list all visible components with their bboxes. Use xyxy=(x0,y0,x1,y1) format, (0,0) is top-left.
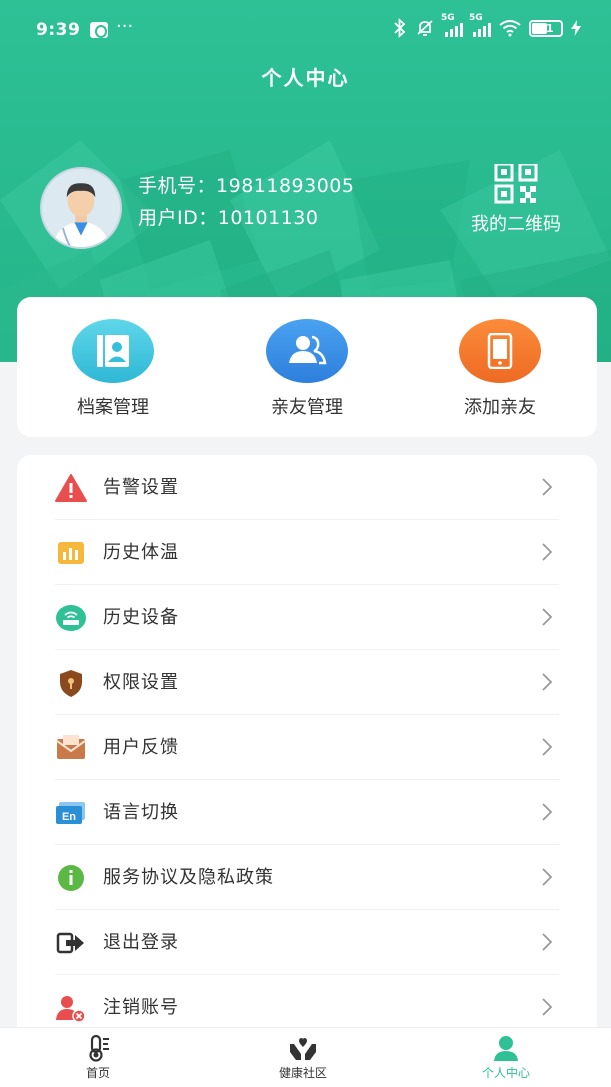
phone-row: 手机号：19811893005 xyxy=(138,170,355,202)
chevron-right-icon xyxy=(542,478,553,496)
avatar[interactable] xyxy=(40,167,122,249)
qr-code-label: 我的二维码 xyxy=(471,214,561,235)
tab-health-community[interactable]: 健康社区 xyxy=(253,1034,353,1081)
language-icon: En xyxy=(56,802,85,824)
status-more-dots: ··· xyxy=(116,16,134,37)
wrench-icon xyxy=(90,22,108,38)
chevron-right-icon xyxy=(542,803,553,821)
quick-action-label: 档案管理 xyxy=(77,397,149,418)
user-info: 手机号：19811893005 用户ID：10101130 xyxy=(138,170,355,234)
bluetooth-icon xyxy=(394,18,406,38)
logout-icon xyxy=(56,932,84,954)
tab-home[interactable]: 首页 xyxy=(48,1034,148,1081)
profile-card-icon xyxy=(97,335,129,367)
menu-item-label: 告警设置 xyxy=(103,477,179,498)
info-icon xyxy=(58,865,84,891)
menu-item-permission-settings[interactable]: 权限设置 xyxy=(17,650,597,715)
phone-number: 19811893005 xyxy=(216,175,355,197)
network-type-label: 5G xyxy=(469,13,483,23)
menu-item-label: 语言切换 xyxy=(103,802,179,823)
battery-icon: 51 xyxy=(529,19,563,37)
status-time: 9:39 xyxy=(36,20,81,40)
chevron-right-icon xyxy=(542,738,553,756)
qr-code-button[interactable]: 我的二维码 xyxy=(458,164,574,236)
archive-icon-circle xyxy=(72,319,154,383)
settings-menu: 告警设置 历史体温 历史设备 权限设置 用户反馈 En 语言切换 服务协议及隐私… xyxy=(17,455,597,1055)
menu-item-label: 历史体温 xyxy=(103,542,179,563)
status-bar: 9:39 ··· 5G 5G 51 xyxy=(0,0,611,62)
status-indicators: 5G 5G 51 xyxy=(393,13,581,38)
language-icon-text: En xyxy=(62,811,76,823)
friends-icon-circle xyxy=(266,319,348,383)
menu-item-user-feedback[interactable]: 用户反馈 xyxy=(17,715,597,780)
add-friend-icon-circle xyxy=(459,319,541,383)
menu-item-label: 退出登录 xyxy=(103,932,179,953)
warning-icon xyxy=(55,474,87,502)
user-id-label: 用户ID： xyxy=(138,207,218,229)
signal-icon: 5G xyxy=(469,13,491,37)
quick-actions-card: 档案管理 亲友管理 添加亲友 xyxy=(17,297,597,437)
charging-icon xyxy=(571,20,581,36)
menu-item-language-switch[interactable]: En 语言切换 xyxy=(17,780,597,845)
community-icon xyxy=(290,1038,316,1060)
menu-item-label: 权限设置 xyxy=(103,672,179,693)
chevron-right-icon xyxy=(542,543,553,561)
nav-label: 个人中心 xyxy=(481,1066,530,1080)
menu-item-history-temperature[interactable]: 历史体温 xyxy=(17,520,597,585)
chevron-right-icon xyxy=(542,933,553,951)
chevron-right-icon xyxy=(542,673,553,691)
bottom-navigation: 首页 健康社区 个人中心 xyxy=(0,1027,611,1087)
quick-action-label: 添加亲友 xyxy=(464,397,536,418)
network-type-label: 5G xyxy=(441,13,455,23)
doctor-avatar-icon xyxy=(42,169,120,247)
wifi-icon xyxy=(499,20,521,37)
archive-management-button[interactable]: 档案管理 xyxy=(33,319,193,419)
mail-icon xyxy=(56,735,86,759)
menu-item-history-devices[interactable]: 历史设备 xyxy=(17,585,597,650)
nav-label: 健康社区 xyxy=(278,1066,327,1080)
phone-label: 手机号： xyxy=(138,175,217,197)
friends-management-button[interactable]: 亲友管理 xyxy=(227,319,387,419)
battery-level: 51 xyxy=(538,21,554,35)
signal-icon: 5G xyxy=(441,13,463,37)
friends-icon xyxy=(289,335,327,365)
tab-personal-center[interactable]: 个人中心 xyxy=(456,1034,556,1081)
user-id-row: 用户ID：10101130 xyxy=(138,202,355,234)
add-friend-button[interactable]: 添加亲友 xyxy=(420,319,580,419)
menu-item-label: 用户反馈 xyxy=(103,737,179,758)
thermometer-icon xyxy=(89,1034,109,1062)
menu-item-logout[interactable]: 退出登录 xyxy=(17,910,597,975)
quick-action-label: 亲友管理 xyxy=(271,397,343,418)
menu-item-label: 历史设备 xyxy=(103,607,179,628)
chevron-right-icon xyxy=(542,868,553,886)
nav-label: 首页 xyxy=(85,1066,110,1080)
menu-item-label: 服务协议及隐私政策 xyxy=(103,867,274,888)
shield-lock-icon xyxy=(60,670,82,697)
chart-icon xyxy=(58,542,84,564)
router-icon xyxy=(56,605,86,631)
chevron-right-icon xyxy=(542,998,553,1016)
user-id-value: 10101130 xyxy=(217,207,319,229)
person-icon xyxy=(494,1036,518,1061)
menu-item-privacy-policy[interactable]: 服务协议及隐私政策 xyxy=(17,845,597,910)
qr-code-icon xyxy=(494,164,538,204)
menu-item-alarm-settings[interactable]: 告警设置 xyxy=(17,455,597,520)
menu-item-label: 注销账号 xyxy=(103,997,179,1018)
phone-icon xyxy=(487,333,513,369)
chevron-right-icon xyxy=(542,608,553,626)
page-title: 个人中心 xyxy=(261,66,350,90)
delete-user-icon xyxy=(56,996,86,1023)
bell-muted-icon xyxy=(417,20,433,36)
